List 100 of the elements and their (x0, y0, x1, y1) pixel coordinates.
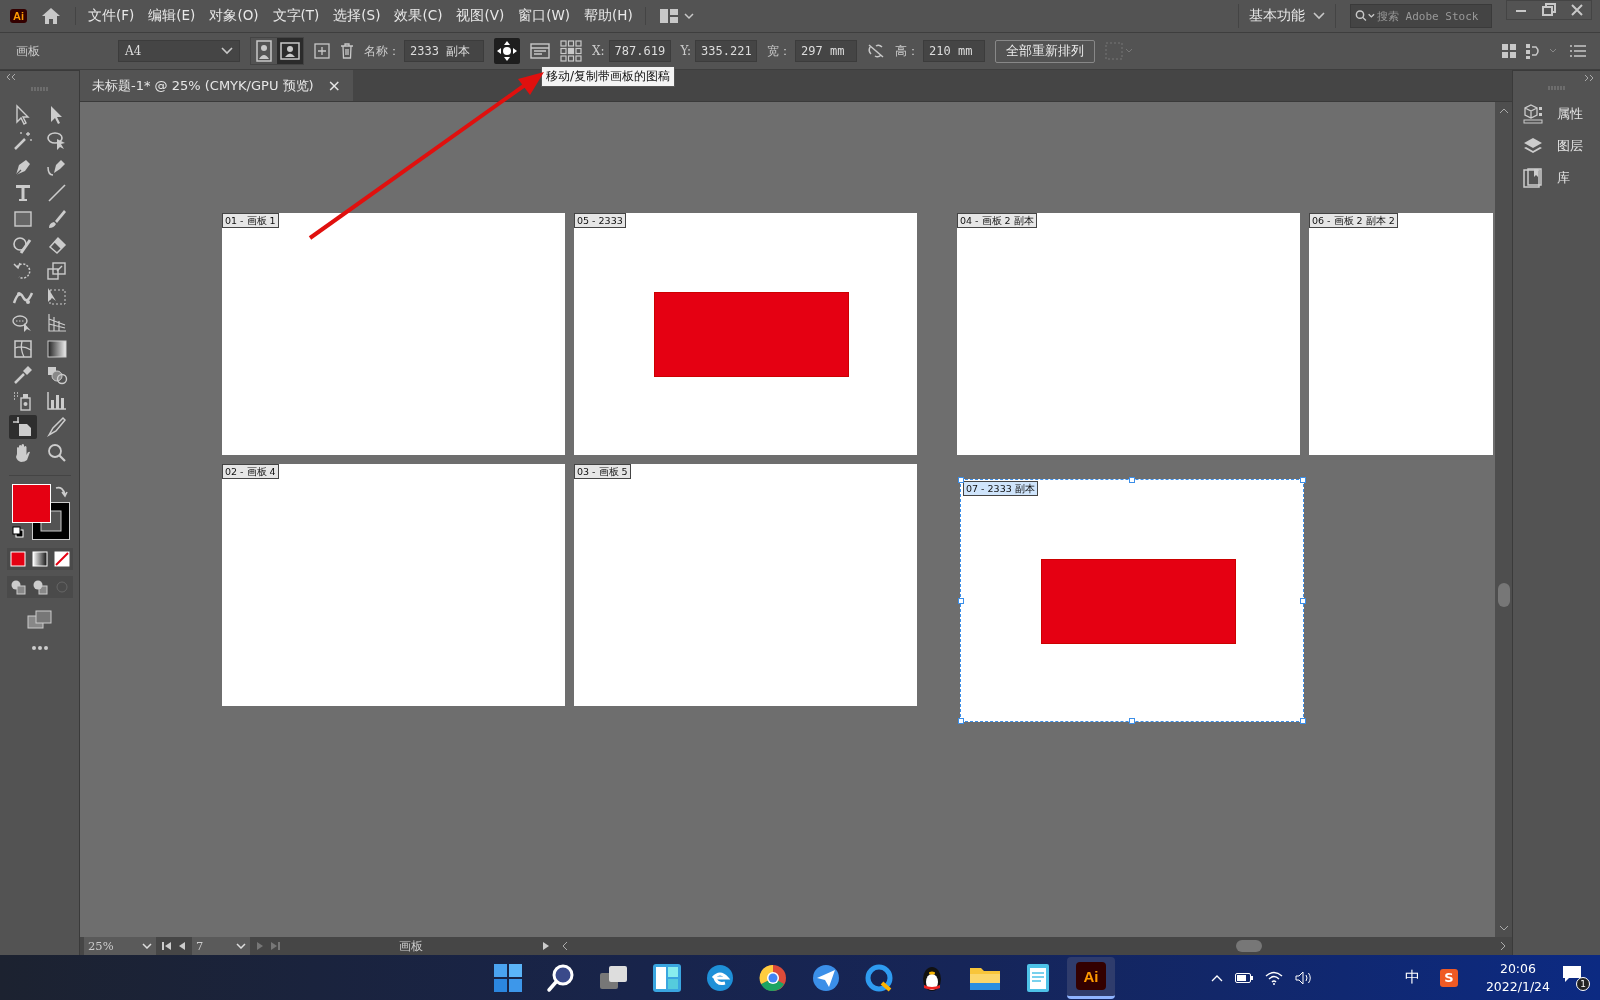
document-tab[interactable]: 未标题-1* @ 25% (CMYK/GPU 预览) × (80, 70, 353, 101)
current-tool-label: 画板 (398, 938, 424, 954)
zoom-field[interactable]: 25% (84, 937, 156, 955)
artboard[interactable]: 07 - 2333 副本 (960, 479, 1304, 722)
scroll-thumb[interactable] (1497, 582, 1510, 607)
clock-date: 2022/1/24 (1485, 977, 1550, 996)
panel-tab[interactable]: 库 (1516, 164, 1597, 192)
artboard[interactable]: 02 - 画板 4 (222, 464, 565, 706)
artboard-number-field[interactable]: 7 (192, 937, 250, 955)
taskbar-app-button[interactable]: Ai (1067, 956, 1115, 999)
gradient-mode-icon[interactable] (31, 551, 48, 567)
message-icon[interactable] (1562, 964, 1582, 983)
artboard[interactable]: 01 - 画板 1 (222, 213, 565, 455)
previous-artboard-icon[interactable] (178, 941, 186, 951)
artboard-label: 07 - 2333 副本 (963, 481, 1038, 496)
menu-item[interactable]: 文件(F) (88, 7, 135, 25)
status-menu-icon[interactable] (542, 941, 550, 951)
artboard[interactable]: 06 - 画板 2 副本 2 (1309, 213, 1493, 455)
menu-item[interactable]: 文字(T) (272, 7, 320, 25)
resize-handle[interactable] (1300, 718, 1306, 724)
workspace-menu[interactable]: 基本功能 (1238, 4, 1336, 28)
height-field[interactable]: 210 mm (923, 40, 986, 62)
properties-icon (1522, 104, 1543, 124)
wifi-icon[interactable] (1264, 970, 1283, 985)
default-colors-icon[interactable] (11, 526, 24, 538)
layout-icon[interactable] (659, 8, 694, 24)
panel-tab[interactable]: 图层 (1516, 132, 1597, 160)
document-title: 未标题-1* @ 25% (CMYK/GPU 预览) (92, 76, 314, 95)
home-icon[interactable] (41, 7, 61, 25)
input-method-logo[interactable]: S (1439, 968, 1458, 987)
input-method-indicator[interactable]: 中 (1404, 968, 1420, 987)
search-field[interactable]: 搜索 Adobe Stock (1350, 4, 1492, 28)
color-mode-icon[interactable] (9, 551, 26, 567)
vertical-scrollbar[interactable] (1495, 102, 1512, 937)
add-artboard-icon[interactable] (314, 43, 330, 59)
arrange-documents-icon[interactable] (1502, 44, 1516, 58)
artboard[interactable]: 03 - 画板 5 (574, 464, 917, 706)
resize-handle[interactable] (1300, 477, 1306, 483)
landscape-orientation-icon[interactable] (277, 38, 303, 64)
zoom-value: 25% (88, 939, 114, 953)
preset-value: A4 (125, 44, 142, 58)
scroll-right-icon[interactable] (1500, 941, 1506, 951)
more-icon[interactable] (31, 646, 48, 650)
preset-dropdown[interactable]: A4 (118, 40, 240, 62)
draw-normal-icon[interactable] (9, 579, 26, 595)
scroll-left-icon[interactable] (562, 941, 568, 951)
swap-arrow-icon[interactable] (53, 484, 68, 498)
chevron-down-icon (221, 47, 233, 55)
artboard-label: 01 - 画板 1 (222, 213, 279, 228)
chevron-up-icon[interactable] (1210, 973, 1223, 982)
collapse-icon[interactable] (1584, 74, 1594, 82)
unlink-icon[interactable] (867, 43, 886, 59)
width-field[interactable]: 297 mm (795, 40, 858, 62)
scroll-thumb[interactable] (1236, 940, 1262, 952)
x-field[interactable]: 787.619 (608, 40, 671, 62)
rearrange-button[interactable]: 全部重新排列 (995, 39, 1096, 63)
menu-item[interactable]: 视图(V) (456, 7, 505, 25)
move-artwork-icon[interactable] (494, 38, 520, 64)
draw-behind-icon[interactable] (31, 579, 48, 595)
speaker-icon[interactable] (1294, 970, 1313, 985)
screen-mode-icon[interactable] (26, 610, 53, 630)
grid-icon[interactable] (560, 40, 582, 62)
menu-item[interactable]: 编辑(E) (148, 7, 196, 25)
search-icon[interactable] (1355, 9, 1375, 23)
resize-handle[interactable] (958, 718, 964, 724)
trash-icon[interactable] (340, 43, 354, 59)
y-field[interactable]: 335.221 (695, 40, 758, 62)
field-label: 高： (895, 42, 920, 60)
field-label: 名称： (364, 42, 400, 60)
first-artboard-icon[interactable] (162, 941, 172, 951)
resize-handle[interactable] (1129, 718, 1135, 724)
battery-icon[interactable] (1234, 972, 1253, 983)
list-icon[interactable] (1570, 45, 1586, 57)
scroll-up-icon[interactable] (1498, 108, 1509, 114)
panel-label: 画板 (16, 42, 41, 60)
menu-item[interactable]: 效果(C) (394, 7, 443, 25)
artboard-label: 03 - 画板 5 (574, 464, 631, 479)
field-label: Y: (680, 44, 692, 58)
menu-item[interactable]: 帮助(H) (584, 7, 633, 25)
menu-item[interactable]: 选择(S) (333, 7, 381, 25)
resize-handle[interactable] (1129, 477, 1135, 483)
close-tab-button[interactable]: × (327, 76, 341, 95)
artboard-options-icon[interactable] (530, 42, 550, 60)
resize-handle[interactable] (958, 597, 964, 604)
menu-item[interactable]: 窗口(W) (518, 7, 571, 25)
artboard-icon[interactable] (8, 415, 37, 439)
name-field[interactable]: 2333 副本 (404, 40, 484, 62)
panel-tab[interactable]: 属性 (1516, 100, 1597, 128)
chevron-down-icon (1313, 12, 1325, 20)
collapse-icon[interactable] (6, 73, 16, 81)
menu-item[interactable]: 对象(O) (209, 7, 259, 25)
artboard[interactable]: 04 - 画板 2 副本 (957, 213, 1300, 455)
none-mode-icon[interactable] (53, 551, 70, 567)
layers-icon (1522, 136, 1543, 156)
chevron-down-icon (236, 943, 246, 949)
field-label: X: (592, 44, 605, 58)
artboard[interactable]: 05 - 2333 (574, 213, 917, 455)
resize-handle[interactable] (1300, 597, 1306, 604)
scroll-down-icon[interactable] (1498, 925, 1509, 931)
resize-handle[interactable] (958, 477, 964, 483)
